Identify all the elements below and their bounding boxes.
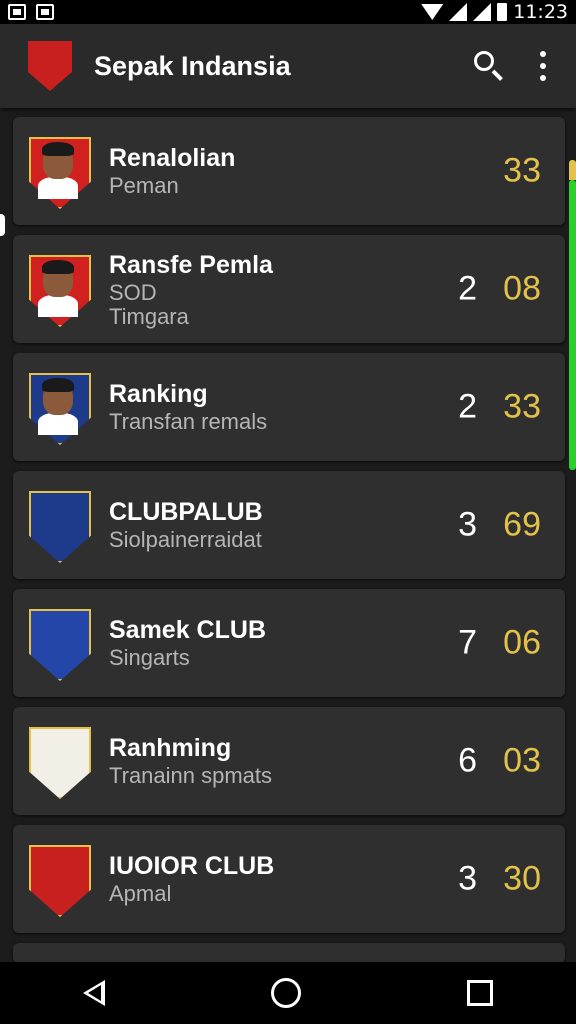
item-title: Ranhming — [109, 734, 232, 762]
app-logo — [28, 41, 72, 91]
item-title: IUOIOR CLUB — [109, 852, 275, 880]
item-title: Samek CLUB — [109, 616, 266, 644]
list-item[interactable]: Ransfe Pemla SOD Timgara 2 08 — [13, 235, 565, 343]
item-subtitle: SOD — [109, 280, 157, 305]
item-subtitle-2: Timgara — [109, 304, 189, 329]
scrollbar[interactable] — [569, 160, 576, 470]
club-badge-icon — [29, 609, 91, 681]
item-rank: 2 — [458, 269, 477, 308]
status-bar: 11:23 — [0, 0, 576, 24]
item-rank: 2 — [458, 387, 477, 426]
navigation-bar — [0, 962, 576, 1024]
scroll-edge-indicator — [0, 214, 5, 236]
item-title: Renalolian — [109, 144, 236, 172]
search-icon[interactable] — [472, 49, 506, 83]
image-notification-icon — [36, 4, 54, 20]
wifi-icon — [421, 4, 444, 20]
recent-apps-icon[interactable] — [467, 980, 493, 1006]
home-icon[interactable] — [271, 978, 301, 1008]
item-subtitle: Singarts — [109, 645, 190, 670]
list-item[interactable]: Samek CLUB Singarts 7 06 — [13, 589, 565, 697]
app-title: Sepak Indansia — [94, 50, 291, 81]
player-photo — [29, 137, 91, 209]
item-subtitle: Siolpainerraidat — [109, 527, 262, 552]
item-subtitle: Peman — [109, 173, 179, 198]
club-badge-icon — [29, 845, 91, 917]
signal-icon — [449, 3, 468, 21]
club-badge-icon — [29, 727, 91, 799]
item-title: CLUBPALUB — [109, 498, 263, 526]
battery-icon — [497, 3, 508, 21]
player-photo — [29, 255, 91, 327]
list-item[interactable]: Ranking Transfan remals 2 33 — [13, 353, 565, 461]
item-score: 69 — [503, 505, 541, 544]
list-item[interactable]: IUOIOR CLUB Apmal 3 30 — [13, 825, 565, 933]
item-score: 06 — [503, 623, 541, 662]
list-item[interactable]: CLUBPALUB Siolpainerraidat 3 69 — [13, 471, 565, 579]
app-bar: Sepak Indansia — [0, 24, 576, 108]
item-score: 03 — [503, 741, 541, 780]
item-rank: 7 — [458, 623, 477, 662]
list-item[interactable]: Renalolian Peman 33 — [13, 117, 565, 225]
club-badge-icon — [29, 491, 91, 563]
item-subtitle: Transfan remals — [109, 409, 268, 434]
item-score: 08 — [503, 269, 541, 308]
list-item[interactable]: Ranhming Tranainn spmats 6 03 — [13, 707, 565, 815]
item-rank: 3 — [458, 859, 477, 898]
item-title: Ransfe Pemla — [109, 251, 273, 279]
ranking-list: Renalolian Peman 33 Ransfe Pemla SOD Timgara 2… — [13, 117, 565, 973]
more-options-icon[interactable] — [538, 51, 548, 81]
item-rank: 6 — [458, 741, 477, 780]
item-title: Ranking — [109, 380, 208, 408]
player-photo — [29, 373, 91, 445]
list-item-partial[interactable] — [13, 943, 565, 963]
status-time: 11:23 — [513, 1, 568, 23]
item-score: 30 — [503, 859, 541, 898]
gallery-notification-icon — [8, 4, 26, 20]
back-icon[interactable] — [83, 980, 105, 1006]
item-subtitle: Apmal — [109, 881, 172, 906]
item-subtitle: Tranainn spmats — [109, 763, 273, 788]
item-score: 33 — [503, 151, 541, 190]
signal-icon-2 — [473, 3, 492, 21]
item-rank: 3 — [458, 505, 477, 544]
item-score: 33 — [503, 387, 541, 426]
